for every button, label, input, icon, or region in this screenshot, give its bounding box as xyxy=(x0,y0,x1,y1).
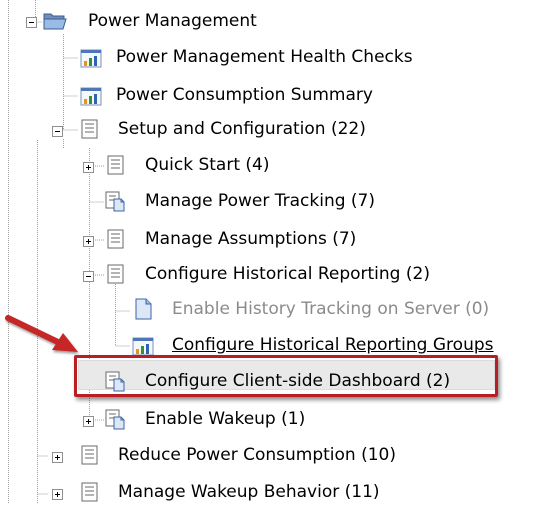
tree-item-label: Enable Wakeup (1) xyxy=(145,409,306,429)
highlight-box xyxy=(74,355,498,397)
tree-item-quick-start[interactable]: Quick Start (4) xyxy=(0,149,555,183)
tree-item-label: Enable History Tracking on Server (0) xyxy=(172,299,490,319)
tree-item-configure-historical-reporting[interactable]: Configure Historical Reporting (2) xyxy=(0,258,555,292)
expand-toggle[interactable] xyxy=(52,489,63,500)
tree-item-reduce-power-consumption[interactable]: Reduce Power Consumption (10) xyxy=(0,439,555,473)
expand-toggle[interactable] xyxy=(83,162,94,173)
tree-item-label: Setup and Configuration (22) xyxy=(118,119,366,139)
expand-toggle[interactable] xyxy=(52,452,63,463)
tree-item-label: Manage Wakeup Behavior (11) xyxy=(118,482,380,502)
tree-item-label: Configure Historical Reporting Groups xyxy=(172,335,494,355)
list-icon xyxy=(104,263,126,285)
tree-item-label: Power Management xyxy=(88,11,257,31)
report-chart-icon xyxy=(80,86,102,108)
tree-item-label: Power Management Health Checks xyxy=(116,47,413,67)
tree-item-power-management-health-checks[interactable]: Power Management Health Checks xyxy=(0,41,555,75)
tree-item-manage-assumptions[interactable]: Manage Assumptions (7) xyxy=(0,223,555,257)
tree-item-power-management[interactable]: Power Management xyxy=(0,5,555,39)
collapse-toggle[interactable] xyxy=(83,271,94,282)
list-icon xyxy=(78,444,100,466)
tree-item-manage-power-tracking[interactable]: Manage Power Tracking (7) xyxy=(0,185,555,219)
expand-toggle[interactable] xyxy=(83,416,94,427)
collapse-toggle[interactable] xyxy=(26,17,37,28)
tree-item-enable-wakeup[interactable]: Enable Wakeup (1) xyxy=(0,403,555,437)
navigation-tree: Power Management Power Management Health… xyxy=(0,0,555,504)
document-icon xyxy=(132,298,154,320)
report-chart-icon xyxy=(80,48,102,70)
tree-item-label: Configure Historical Reporting (2) xyxy=(145,264,430,284)
list-doc-icon xyxy=(104,408,126,430)
tree-item-label: Reduce Power Consumption (10) xyxy=(118,445,396,465)
tree-item-manage-wakeup-behavior[interactable]: Manage Wakeup Behavior (11) xyxy=(0,476,555,510)
annotation-arrow-icon xyxy=(5,315,78,352)
tree-item-label: Manage Power Tracking (7) xyxy=(145,191,375,211)
expand-toggle[interactable] xyxy=(83,236,94,247)
tree-item-label: Power Consumption Summary xyxy=(116,85,373,105)
list-icon xyxy=(104,228,126,250)
list-icon xyxy=(78,118,100,140)
folder-open-icon xyxy=(42,9,68,31)
list-doc-icon xyxy=(104,190,126,212)
tree-item-power-consumption-summary[interactable]: Power Consumption Summary xyxy=(0,79,555,113)
collapse-toggle[interactable] xyxy=(52,126,63,137)
list-icon xyxy=(104,154,126,176)
tree-item-label: Manage Assumptions (7) xyxy=(145,229,357,249)
tree-item-label: Quick Start (4) xyxy=(145,155,270,175)
list-icon xyxy=(78,481,100,503)
tree-item-setup-and-configuration[interactable]: Setup and Configuration (22) xyxy=(0,113,555,147)
